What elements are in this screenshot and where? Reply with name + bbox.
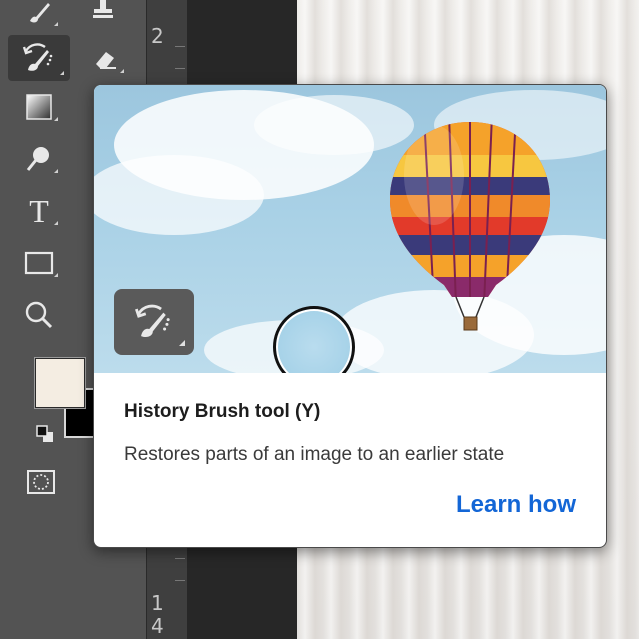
tooltip-description: Restores parts of an image to an earlier… [124, 444, 505, 465]
gradient-icon [26, 94, 52, 120]
gradient-tool[interactable] [14, 87, 64, 127]
ruler-label: 1 [151, 591, 164, 615]
quick-mask-icon [27, 470, 55, 494]
brush-tool[interactable] [14, 0, 64, 32]
default-colors-icon[interactable] [34, 423, 56, 445]
dodge-tool[interactable] [14, 139, 64, 179]
learn-how-link[interactable]: Learn how [456, 491, 576, 519]
tool-tooltip: History Brush tool (Y) Restores parts of… [93, 84, 607, 548]
eraser-icon [96, 52, 116, 69]
clone-stamp-icon [93, 0, 113, 18]
tooltip-title: History Brush tool (Y) [124, 401, 321, 422]
dodge-icon [26, 147, 49, 171]
ruler-label: 4 [151, 614, 164, 638]
tooltip-tool-badge [114, 289, 194, 355]
clone-stamp-tool[interactable] [78, 0, 128, 26]
type-tool[interactable]: T [14, 191, 64, 231]
history-brush-tool[interactable] [8, 35, 70, 81]
rectangle-icon [24, 251, 54, 275]
history-brush-icon [22, 43, 53, 71]
rectangle-tool[interactable] [14, 243, 64, 283]
zoom-icon [25, 301, 53, 329]
zoom-tool[interactable] [14, 295, 64, 335]
eraser-tool[interactable] [80, 39, 130, 79]
ruler-label: 2 [151, 24, 164, 48]
foreground-color-swatch[interactable] [34, 357, 86, 409]
tooltip-preview-image [94, 85, 606, 373]
history-brush-icon [135, 304, 170, 338]
quick-mask-tool[interactable] [16, 462, 66, 502]
type-icon: T [29, 192, 49, 229]
brush-icon [30, 3, 50, 23]
